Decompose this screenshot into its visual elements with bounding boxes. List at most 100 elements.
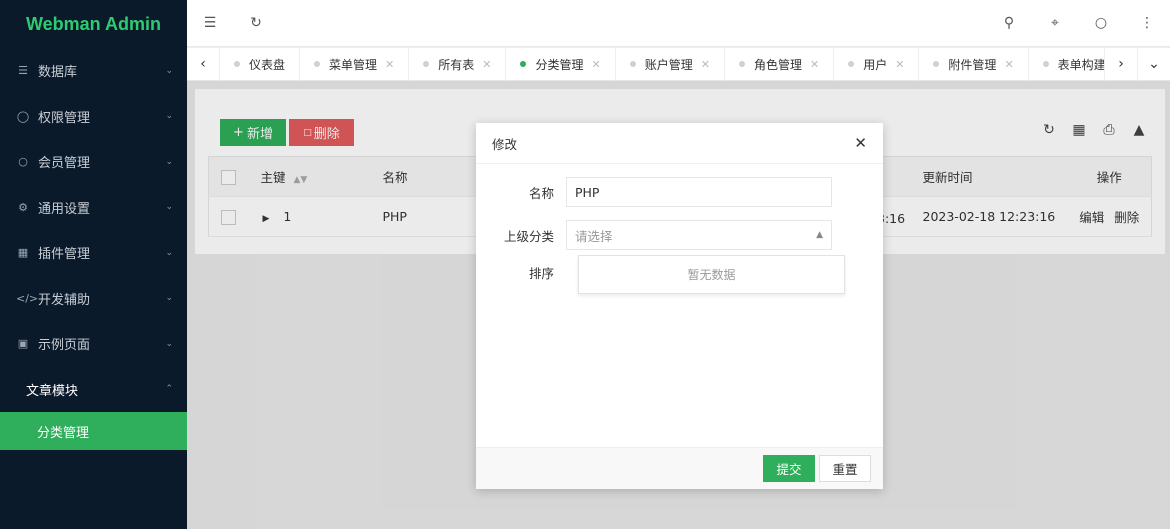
dropdown-empty-text: 暂无数据	[687, 268, 736, 282]
close-icon[interactable]: ✕	[1004, 58, 1013, 71]
caret-up-icon: ▲	[816, 230, 823, 240]
form-row-sort: 排序	[476, 263, 566, 282]
tab-category-manage[interactable]: 分类管理 ✕	[506, 47, 616, 81]
sidebar-item-settings[interactable]: ⚙ 通用设置 ⌄	[0, 185, 187, 231]
tab-menu-manage[interactable]: 菜单管理 ✕	[300, 47, 410, 81]
sidebar-item-permissions[interactable]: ◯ 权限管理 ⌄	[0, 94, 187, 140]
user-icon: ○	[18, 155, 28, 169]
sidebar-item-label: 权限管理	[38, 110, 91, 126]
modal-footer: 提交 重置	[476, 447, 883, 489]
chevron-down-icon: ⌄	[165, 247, 173, 258]
modal-header: 修改 ✕	[476, 123, 883, 164]
brand-title: Webman Admin	[25, 13, 161, 34]
tab-label: 用户	[863, 57, 888, 72]
tab-role-manage[interactable]: 角色管理 ✕	[725, 47, 835, 81]
refresh-icon[interactable]: ↻	[233, 0, 279, 46]
edit-modal: 修改 ✕ 名称 PHP 上级分类 请选择 ▲ 排序 暂无数据 提交 重置	[476, 123, 883, 489]
gear-icon: ⚙	[18, 200, 28, 214]
tabs-prev-icon[interactable]: ‹	[187, 47, 220, 81]
form-row-parent: 上级分类 请选择 ▲	[476, 220, 832, 250]
sidebar-item-examples[interactable]: ▣ 示例页面 ⌄	[0, 321, 187, 367]
sidebar-item-label: 数据库	[38, 65, 78, 81]
tabs-dropdown-icon[interactable]: ⌄	[1137, 47, 1170, 81]
tab-dot	[848, 61, 855, 67]
sidebar-item-label: 开发辅助	[38, 292, 91, 308]
close-icon[interactable]: ✕	[895, 58, 904, 71]
code-icon: </>	[16, 291, 39, 305]
sidebar-item-label: 插件管理	[38, 247, 91, 263]
tab-dot	[1042, 61, 1049, 67]
parent-select-placeholder: 请选择	[575, 228, 613, 244]
tab-label: 附件管理	[948, 57, 997, 72]
name-input[interactable]: PHP	[566, 177, 832, 207]
tab-label: 角色管理	[753, 57, 802, 72]
tabs-next-icon[interactable]: ›	[1104, 47, 1137, 81]
tab-label: 账户管理	[644, 57, 693, 72]
sidebar-item-plugins[interactable]: ▦ 插件管理 ⌄	[0, 230, 187, 276]
search-icon[interactable]: ⚲	[986, 0, 1032, 46]
sidebar-item-category-manage[interactable]: 分类管理	[0, 412, 187, 450]
sidebar-item-database[interactable]: ☰ 数据库 ⌄	[0, 48, 187, 94]
reset-button[interactable]: 重置	[819, 455, 871, 482]
sidebar-item-label: 示例页面	[38, 338, 91, 354]
tab-dot	[314, 61, 321, 67]
tab-dot	[234, 61, 240, 67]
name-input-value: PHP	[575, 184, 600, 200]
plugin-icon: ▦	[17, 246, 29, 260]
tab-dashboard[interactable]: 仪表盘	[220, 47, 301, 81]
tab-dot	[738, 61, 745, 67]
tab-attachments[interactable]: 附件管理 ✕	[919, 47, 1029, 81]
close-icon[interactable]: ✕	[592, 58, 601, 71]
chevron-down-icon: ⌄	[165, 111, 173, 122]
chevron-down-icon: ⌄	[165, 156, 173, 167]
chevron-up-icon: ⌃	[165, 384, 173, 395]
tab-label: 仪表盘	[249, 57, 286, 72]
close-icon[interactable]: ✕	[810, 58, 819, 71]
more-icon[interactable]: ⋮	[1124, 0, 1170, 46]
close-icon[interactable]: ✕	[385, 58, 394, 71]
tab-dot	[520, 61, 527, 67]
parent-dropdown: 暂无数据	[578, 255, 845, 294]
close-icon[interactable]: ✕	[701, 58, 710, 71]
close-icon[interactable]: ✕	[854, 134, 867, 152]
tab-label: 表单构建	[1057, 57, 1104, 72]
shield-icon: ◯	[16, 109, 30, 123]
tab-list: 仪表盘 菜单管理 ✕ 所有表 ✕ 分类管理 ✕ 账户管理 ✕ 角色管理 ✕ 用户…	[220, 47, 1104, 81]
menu-toggle-icon[interactable]: ☰	[187, 0, 233, 46]
chevron-down-icon: ⌄	[165, 65, 173, 76]
sidebar-item-label: 通用设置	[38, 201, 91, 217]
tab-all-tables[interactable]: 所有表 ✕	[409, 47, 507, 81]
tab-dot	[629, 61, 636, 67]
close-icon[interactable]: ✕	[482, 58, 491, 71]
sidebar-item-label: 会员管理	[38, 156, 91, 172]
submit-button[interactable]: 提交	[763, 455, 815, 482]
tab-form-builder[interactable]: 表单构建 ✕	[1029, 47, 1104, 81]
sidebar-menu: ☰ 数据库 ⌄ ◯ 权限管理 ⌄ ○ 会员管理 ⌄ ⚙ 通用设置 ⌄ ▦ 插件管…	[0, 48, 187, 412]
sidebar-item-dev-tools[interactable]: </> 开发辅助 ⌄	[0, 276, 187, 322]
user-icon[interactable]: ○	[1078, 0, 1124, 46]
chevron-down-icon: ⌄	[165, 293, 173, 304]
tab-label: 所有表	[438, 57, 475, 72]
tab-account-manage[interactable]: 账户管理 ✕	[616, 47, 725, 81]
sidebar-item-label: 文章模块	[26, 383, 79, 399]
name-label: 名称	[528, 185, 554, 201]
sidebar-item-articles[interactable]: 文章模块 ⌃	[0, 367, 187, 413]
stack-icon: ☰	[18, 64, 28, 78]
top-header: ☰ ↻ ⚲ ⌖ ○ ⋮	[187, 0, 1170, 46]
tab-bar: ‹ 仪表盘 菜单管理 ✕ 所有表 ✕ 分类管理 ✕ 账户管理 ✕ 角色管理 ✕ …	[187, 47, 1170, 81]
page-icon: ▣	[17, 337, 29, 351]
sort-label: 排序	[528, 266, 554, 281]
fullscreen-icon[interactable]: ⌖	[1032, 0, 1078, 46]
parent-label: 上级分类	[503, 228, 554, 244]
form-row-name: 名称 PHP	[476, 177, 832, 207]
chevron-down-icon: ⌄	[165, 338, 173, 349]
sidebar-item-members[interactable]: ○ 会员管理 ⌄	[0, 139, 187, 185]
parent-select[interactable]: 请选择 ▲	[566, 220, 832, 250]
chevron-down-icon: ⌄	[165, 202, 173, 213]
sidebar: Webman Admin ☰ 数据库 ⌄ ◯ 权限管理 ⌄ ○ 会员管理 ⌄ ⚙…	[0, 0, 187, 529]
tab-dot	[423, 61, 430, 67]
tab-dot	[933, 61, 940, 67]
tab-label: 菜单管理	[329, 57, 378, 72]
modal-title: 修改	[492, 136, 518, 152]
tab-users[interactable]: 用户 ✕	[834, 47, 920, 81]
